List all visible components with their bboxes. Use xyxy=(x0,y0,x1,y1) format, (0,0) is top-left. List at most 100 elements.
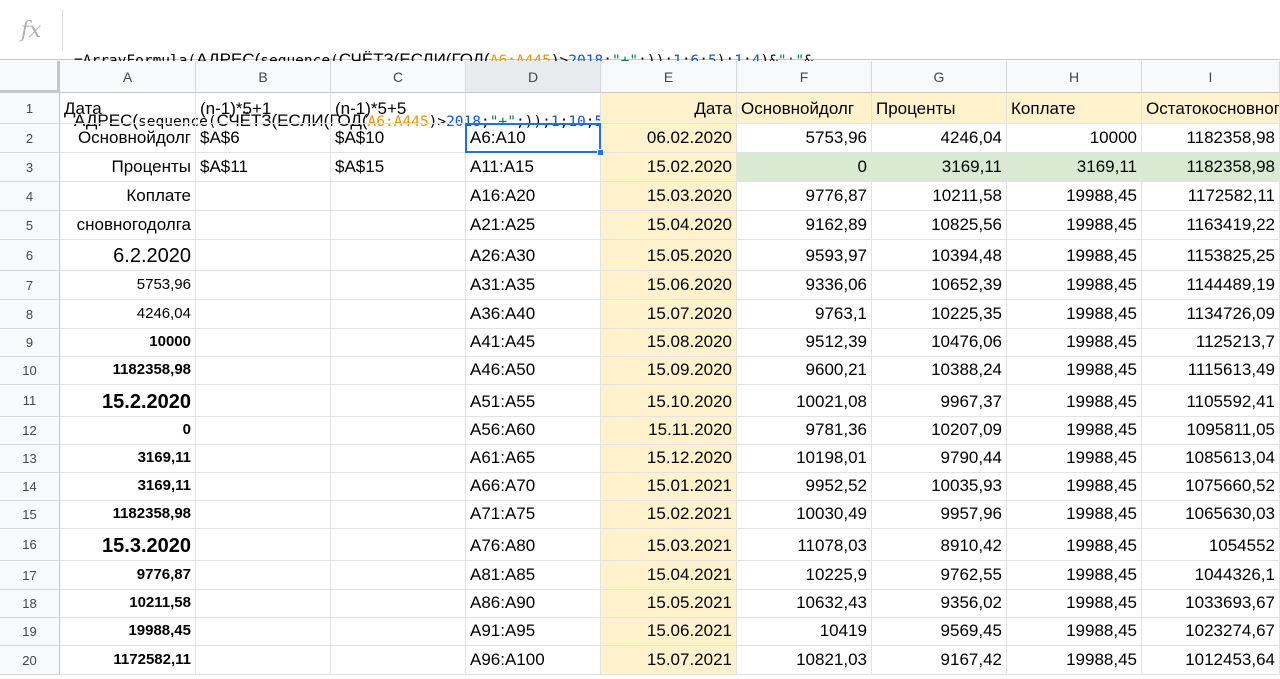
cell-c9[interactable] xyxy=(331,329,466,357)
row-header-4[interactable]: 4 xyxy=(0,182,60,211)
cell-e19[interactable]: 15.06.2021 xyxy=(601,618,737,646)
column-header-c[interactable]: C xyxy=(331,61,466,93)
cell-b10[interactable] xyxy=(196,357,331,385)
cell-c2[interactable]: $A$10 xyxy=(331,124,466,153)
cell-c1[interactable]: (n-1)*5+5 xyxy=(331,93,466,124)
cell-i7[interactable]: 1144489,19 xyxy=(1142,271,1280,300)
cell-h7[interactable]: 19988,45 xyxy=(1007,271,1142,300)
row-header-1[interactable]: 1 xyxy=(0,93,60,124)
cell-h2[interactable]: 10000 xyxy=(1007,124,1142,153)
cell-i18[interactable]: 1033693,67 xyxy=(1142,590,1280,618)
cell-d19[interactable]: A91:A95 xyxy=(466,618,601,646)
column-header-f[interactable]: F xyxy=(737,61,872,93)
row-header-18[interactable]: 18 xyxy=(0,590,60,618)
cell-c11[interactable] xyxy=(331,385,466,417)
cell-d10[interactable]: A46:A50 xyxy=(466,357,601,385)
cell-i14[interactable]: 1075660,52 xyxy=(1142,473,1280,501)
cell-g9[interactable]: 10476,06 xyxy=(872,329,1007,357)
cell-e10[interactable]: 15.09.2020 xyxy=(601,357,737,385)
row-header-15[interactable]: 15 xyxy=(0,501,60,529)
cell-f9[interactable]: 9512,39 xyxy=(737,329,872,357)
cell-d3[interactable]: A11:A15 xyxy=(466,153,601,182)
cell-f4[interactable]: 9776,87 xyxy=(737,182,872,211)
cell-e15[interactable]: 15.02.2021 xyxy=(601,501,737,529)
cell-b3[interactable]: $A$11 xyxy=(196,153,331,182)
cell-i15[interactable]: 1065630,03 xyxy=(1142,501,1280,529)
cell-h18[interactable]: 19988,45 xyxy=(1007,590,1142,618)
cell-b5[interactable] xyxy=(196,211,331,240)
cell-h16[interactable]: 19988,45 xyxy=(1007,529,1142,561)
cell-e17[interactable]: 15.04.2021 xyxy=(601,561,737,590)
cell-h8[interactable]: 19988,45 xyxy=(1007,300,1142,329)
cell-b19[interactable] xyxy=(196,618,331,646)
cell-a9[interactable]: 10000 xyxy=(60,329,196,357)
cell-f7[interactable]: 9336,06 xyxy=(737,271,872,300)
cell-b1[interactable]: (n-1)*5+1 xyxy=(196,93,331,124)
cell-c3[interactable]: $A$15 xyxy=(331,153,466,182)
cell-g11[interactable]: 9967,37 xyxy=(872,385,1007,417)
row-header-19[interactable]: 19 xyxy=(0,618,60,646)
cell-a16[interactable]: 15.3.2020 xyxy=(60,529,196,561)
cell-d18[interactable]: A86:A90 xyxy=(466,590,601,618)
cell-d20[interactable]: A96:A100 xyxy=(466,646,601,675)
cell-g3[interactable]: 3169,11 xyxy=(872,153,1007,182)
select-all-corner[interactable] xyxy=(0,61,60,93)
cell-b8[interactable] xyxy=(196,300,331,329)
cell-h20[interactable]: 19988,45 xyxy=(1007,646,1142,675)
cell-d4[interactable]: A16:A20 xyxy=(466,182,601,211)
cell-a2[interactable]: Основнойдолг xyxy=(60,124,196,153)
cell-b18[interactable] xyxy=(196,590,331,618)
cell-e16[interactable]: 15.03.2021 xyxy=(601,529,737,561)
cell-b17[interactable] xyxy=(196,561,331,590)
cell-i9[interactable]: 1125213,7 xyxy=(1142,329,1280,357)
cell-c13[interactable] xyxy=(331,445,466,473)
cell-f10[interactable]: 9600,21 xyxy=(737,357,872,385)
cell-h3[interactable]: 3169,11 xyxy=(1007,153,1142,182)
cell-b20[interactable] xyxy=(196,646,331,675)
cell-d1[interactable] xyxy=(466,93,601,124)
cell-h1[interactable]: Коплате xyxy=(1007,93,1142,124)
cell-i19[interactable]: 1023274,67 xyxy=(1142,618,1280,646)
cell-c6[interactable] xyxy=(331,240,466,271)
cell-g8[interactable]: 10225,35 xyxy=(872,300,1007,329)
cell-h12[interactable]: 19988,45 xyxy=(1007,417,1142,445)
cell-c19[interactable] xyxy=(331,618,466,646)
cell-g15[interactable]: 9957,96 xyxy=(872,501,1007,529)
row-header-17[interactable]: 17 xyxy=(0,561,60,590)
column-header-e[interactable]: E xyxy=(601,61,737,93)
cell-g1[interactable]: Проценты xyxy=(872,93,1007,124)
row-header-6[interactable]: 6 xyxy=(0,240,60,271)
cell-f2[interactable]: 5753,96 xyxy=(737,124,872,153)
cell-f8[interactable]: 9763,1 xyxy=(737,300,872,329)
cell-i13[interactable]: 1085613,04 xyxy=(1142,445,1280,473)
cell-h4[interactable]: 19988,45 xyxy=(1007,182,1142,211)
fill-handle[interactable] xyxy=(597,149,604,156)
cell-i6[interactable]: 1153825,25 xyxy=(1142,240,1280,271)
cell-a4[interactable]: Коплате xyxy=(60,182,196,211)
cell-a11[interactable]: 15.2.2020 xyxy=(60,385,196,417)
row-header-16[interactable]: 16 xyxy=(0,529,60,561)
cell-a12[interactable]: 0 xyxy=(60,417,196,445)
row-header-9[interactable]: 9 xyxy=(0,329,60,357)
cell-g2[interactable]: 4246,04 xyxy=(872,124,1007,153)
cell-c16[interactable] xyxy=(331,529,466,561)
column-header-b[interactable]: B xyxy=(196,61,331,93)
cell-g4[interactable]: 10211,58 xyxy=(872,182,1007,211)
cell-f11[interactable]: 10021,08 xyxy=(737,385,872,417)
cell-e2[interactable]: 06.02.2020 xyxy=(601,124,737,153)
cell-d16[interactable]: A76:A80 xyxy=(466,529,601,561)
cell-f18[interactable]: 10632,43 xyxy=(737,590,872,618)
cell-e11[interactable]: 15.10.2020 xyxy=(601,385,737,417)
cell-g19[interactable]: 9569,45 xyxy=(872,618,1007,646)
cell-i3[interactable]: 1182358,98 xyxy=(1142,153,1280,182)
row-header-5[interactable]: 5 xyxy=(0,211,60,240)
cell-h15[interactable]: 19988,45 xyxy=(1007,501,1142,529)
cell-f17[interactable]: 10225,9 xyxy=(737,561,872,590)
cell-d9[interactable]: A41:A45 xyxy=(466,329,601,357)
cell-d8[interactable]: A36:A40 xyxy=(466,300,601,329)
cell-h13[interactable]: 19988,45 xyxy=(1007,445,1142,473)
cell-g5[interactable]: 10825,56 xyxy=(872,211,1007,240)
cell-f3[interactable]: 0 xyxy=(737,153,872,182)
cell-b13[interactable] xyxy=(196,445,331,473)
cell-i1[interactable]: Остатокосновного xyxy=(1142,93,1280,124)
